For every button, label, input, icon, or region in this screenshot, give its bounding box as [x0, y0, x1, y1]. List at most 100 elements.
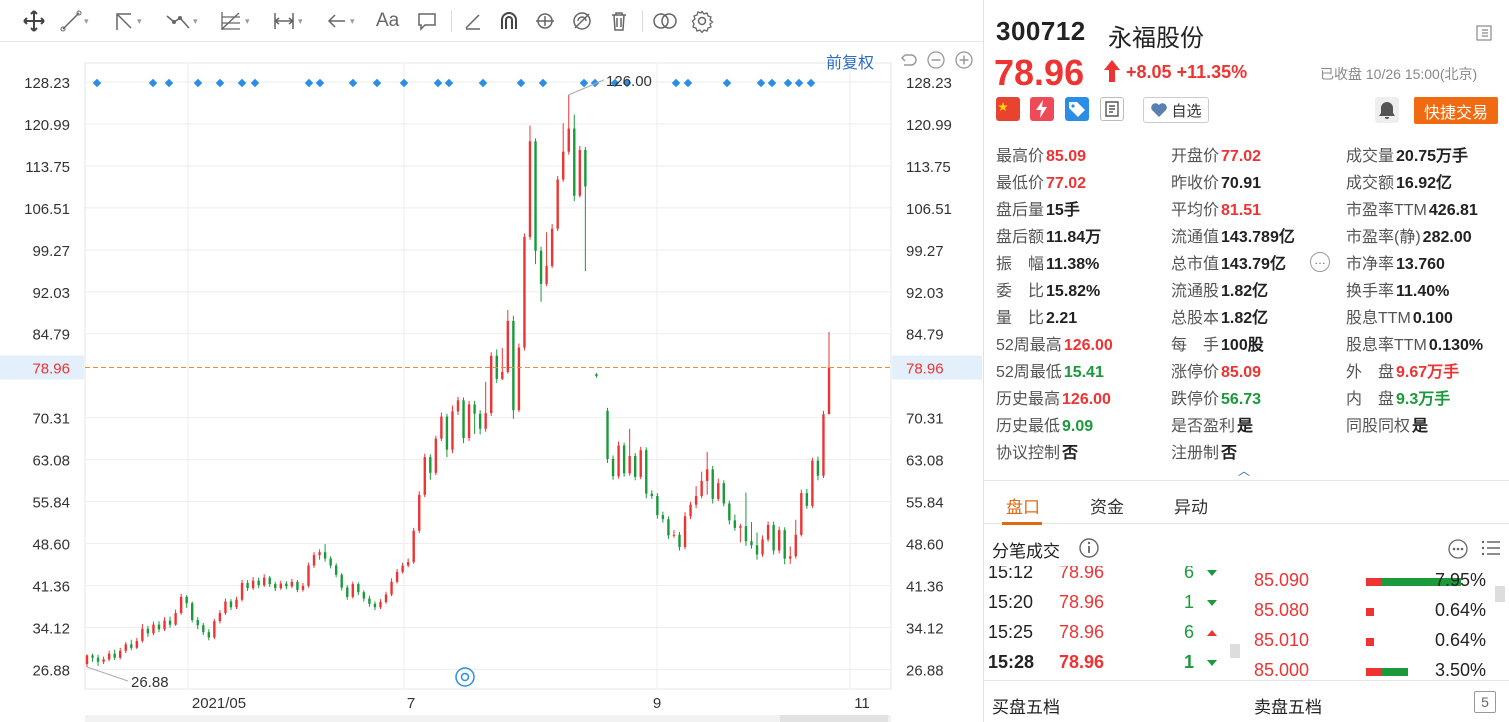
- adjust-toggle[interactable]: 前复权: [826, 49, 874, 73]
- alert-bell-button[interactable]: [1375, 97, 1399, 123]
- stat-item: 成交额 16.92亿: [1346, 169, 1452, 195]
- stat-label: 成交量: [1346, 148, 1395, 165]
- text-tool-icon[interactable]: Aa: [376, 8, 399, 34]
- candle-body: [351, 584, 354, 597]
- line-tool-icon[interactable]: ▾: [60, 8, 89, 34]
- quote-panel: 300712 永福股份 78.96 +8.05 +11.35% 已收盘 10/2…: [983, 0, 1509, 722]
- candle-body: [501, 371, 504, 379]
- chart-scroller: [85, 715, 891, 722]
- tick-time: 15:20: [988, 592, 1034, 612]
- ray-tool-icon[interactable]: ▾: [113, 8, 142, 34]
- toolbar-divider: [451, 10, 452, 32]
- candle-body: [412, 530, 415, 563]
- event-marker: [444, 78, 454, 88]
- tick-price: 78.96: [1059, 592, 1105, 612]
- ask-percent: 3.50%: [1434, 660, 1486, 680]
- stat-value: 11.84万: [1046, 229, 1102, 246]
- candle-body: [390, 581, 393, 595]
- candle-body: [689, 504, 692, 517]
- y-tick-left: 41.36: [32, 578, 70, 595]
- candle-body: [645, 450, 648, 494]
- stat-item: 最高价 85.09: [996, 142, 1086, 168]
- magnet-icon[interactable]: [498, 8, 520, 34]
- ask-percent: 7.95%: [1434, 570, 1486, 590]
- candle-body: [717, 483, 720, 499]
- stat-label: 总市值: [1171, 256, 1220, 273]
- detail-menu-icon[interactable]: [1475, 24, 1493, 42]
- ask-five-title[interactable]: 卖盘五档: [1254, 693, 1322, 718]
- stat-value: 0.130%: [1428, 337, 1484, 354]
- stat-label: 市净率: [1346, 256, 1395, 273]
- move-icon[interactable]: [22, 8, 46, 34]
- compare-icon[interactable]: [652, 8, 678, 34]
- event-marker: [806, 78, 816, 88]
- hide-icon[interactable]: [571, 8, 593, 34]
- stat-label: 每 手: [1171, 337, 1220, 354]
- quick-trade-button[interactable]: 快捷交易: [1414, 97, 1498, 124]
- stat-item: 外 盘 9.67万手: [1346, 358, 1459, 384]
- kline-chart[interactable]: 128.23 128.23 120.99 120.99 113.75 113.75 106.…: [0, 43, 983, 722]
- kline-svg[interactable]: 128.23 128.23 120.99 120.99 113.75 113.75 106.…: [0, 43, 983, 722]
- candle-body: [451, 411, 454, 450]
- settings-icon[interactable]: [690, 8, 714, 34]
- tag-icon[interactable]: [1065, 97, 1089, 121]
- five-level-icon[interactable]: 5: [1474, 691, 1496, 713]
- candle-body: [678, 534, 681, 547]
- ask-depth-list[interactable]: 85.090 7.95% 85.080 0.64% 85.010 0.64% 85.000 3…: [1246, 566, 1496, 680]
- more-stats-button[interactable]: …: [1310, 252, 1330, 272]
- candle-body: [622, 445, 626, 474]
- list-view-icon[interactable]: [1480, 537, 1502, 559]
- stat-item: 股息TTM 0.100: [1346, 304, 1453, 330]
- candle-body: [705, 469, 709, 481]
- candle-body: [822, 414, 825, 476]
- delete-icon[interactable]: [609, 8, 629, 34]
- y-tick-right: 70.31: [906, 411, 944, 428]
- bid-five-title[interactable]: 买盘五档: [992, 693, 1060, 718]
- ask-price: 85.080: [1254, 600, 1310, 620]
- collapse-caret-icon[interactable]: ︿: [1238, 462, 1250, 479]
- tab-handicap[interactable]: 盘口: [1006, 493, 1040, 518]
- stat-value: 282.00: [1422, 229, 1472, 246]
- stat-label: 开盘价: [1171, 148, 1220, 165]
- candle-body: [750, 541, 753, 546]
- zoom-in-icon[interactable]: [954, 50, 974, 70]
- candle-body: [279, 583, 283, 589]
- candle-body: [368, 598, 371, 604]
- lightning-icon[interactable]: [1030, 97, 1054, 121]
- candle-body: [711, 469, 714, 499]
- candle-body: [174, 613, 177, 625]
- stat-label: 成交额: [1346, 175, 1395, 192]
- high-label: 126.00: [606, 73, 652, 90]
- candle-body: [268, 577, 271, 585]
- zoom-out-icon[interactable]: [926, 50, 946, 70]
- china-flag-icon[interactable]: [996, 97, 1020, 121]
- tick-scrollbar[interactable]: [1230, 644, 1240, 658]
- stat-value: 11.40%: [1396, 283, 1450, 300]
- stat-value: 126.00: [1063, 337, 1113, 354]
- tick-volume: 6: [1184, 622, 1195, 642]
- ask-scrollbar[interactable]: [1495, 586, 1505, 602]
- tab-anomaly[interactable]: 异动: [1174, 493, 1208, 518]
- stat-item: 盘后额 11.84万: [996, 223, 1101, 249]
- undo-icon[interactable]: [899, 50, 919, 70]
- info-icon[interactable]: [1078, 537, 1100, 559]
- tick-time: 15:25: [988, 622, 1034, 642]
- comment-tool-icon[interactable]: [416, 8, 438, 34]
- measure-tool-icon[interactable]: ▾: [272, 8, 303, 34]
- add-favorite-button[interactable]: 自选: [1143, 97, 1209, 123]
- sync-icon[interactable]: [534, 8, 556, 34]
- tick-trades-list[interactable]: 15:12 78.96 6 15:20 78.96 1 15:25 78.96 6 15:28 78…: [984, 566, 1234, 680]
- candle-body: [534, 141, 537, 251]
- more-options-icon[interactable]: [1447, 538, 1469, 560]
- candle-body: [545, 265, 548, 284]
- notes-icon[interactable]: [1100, 97, 1124, 121]
- stat-item: 同股同权是: [1346, 412, 1428, 438]
- tab-capital[interactable]: 资金: [1090, 493, 1124, 518]
- arrow-tool-icon[interactable]: ▾: [326, 8, 355, 34]
- fib-tool-icon[interactable]: ▾: [219, 8, 250, 34]
- candle-body: [650, 493, 654, 496]
- stat-label: 量 比: [996, 310, 1045, 327]
- polyline-tool-icon[interactable]: ▾: [165, 8, 198, 34]
- candle-body: [362, 592, 366, 599]
- pen-tool-icon[interactable]: [462, 8, 484, 34]
